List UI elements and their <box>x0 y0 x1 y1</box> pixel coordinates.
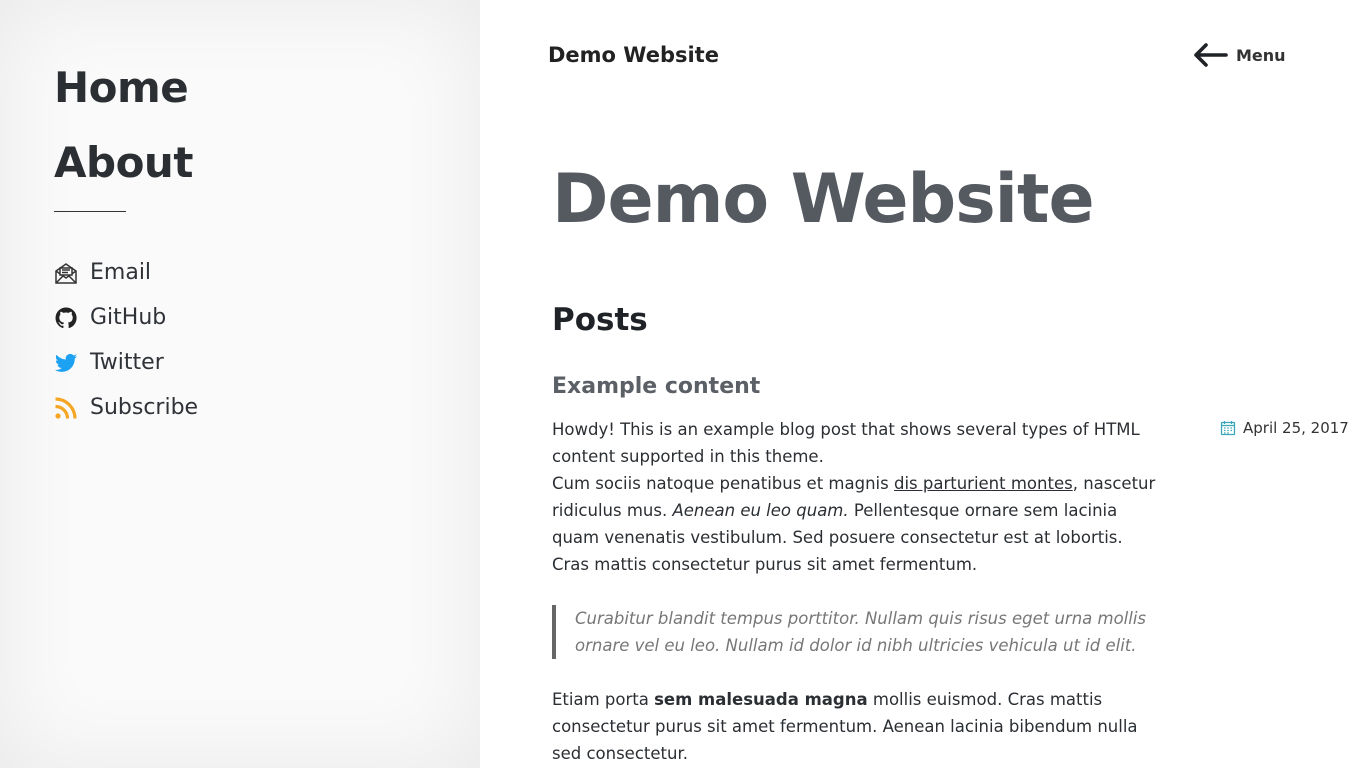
main-content: Demo Website Menu Demo Website Posts Exa… <box>480 0 1366 768</box>
post-text: Etiam porta <box>552 690 655 709</box>
post-paragraph-1: Howdy! This is an example blog post that… <box>552 420 1140 466</box>
social-link-github[interactable]: GitHub <box>54 295 198 340</box>
post-emphasis: Aenean eu leo quam. <box>672 501 849 520</box>
site-title[interactable]: Demo Website <box>548 43 719 67</box>
post-blockquote: Curabitur blandit tempus porttitor. Null… <box>552 605 1162 659</box>
page-title: Demo Website <box>552 160 1095 239</box>
post-date-text: April 25, 2017 <box>1243 419 1349 437</box>
post-inline-link[interactable]: dis parturient montes <box>894 474 1073 493</box>
arrow-left-icon <box>1192 42 1228 68</box>
social-links: Email GitHub Twitter Subscribe <box>54 250 198 430</box>
github-icon <box>54 306 78 330</box>
post-strong: sem malesuada magna <box>654 690 868 709</box>
social-link-twitter[interactable]: Twitter <box>54 340 198 385</box>
nav-link-home[interactable]: Home <box>54 50 193 125</box>
menu-button[interactable]: Menu <box>1192 42 1286 68</box>
post-date: April 25, 2017 <box>1220 419 1349 437</box>
sidebar-nav: Home About <box>54 50 193 200</box>
post-title-link[interactable]: Example content <box>552 374 760 399</box>
social-label-twitter: Twitter <box>90 350 164 375</box>
social-link-subscribe[interactable]: Subscribe <box>54 385 198 430</box>
post-paragraph-3: Etiam porta sem malesuada magna mollis e… <box>552 686 1162 767</box>
sidebar: Home About Email GitHub Twitter Subscrib… <box>0 0 480 768</box>
rss-icon <box>54 396 78 420</box>
calendar-icon <box>1220 420 1236 436</box>
menu-label: Menu <box>1236 45 1286 65</box>
post-paragraph-2: Cum sociis natoque penatibus et magnis d… <box>552 470 1162 578</box>
twitter-icon <box>54 351 78 375</box>
social-label-subscribe: Subscribe <box>90 395 199 420</box>
post-body: Howdy! This is an example blog post that… <box>552 416 1162 767</box>
sidebar-divider <box>54 211 126 212</box>
email-icon <box>54 261 78 285</box>
social-label-email: Email <box>90 260 152 285</box>
nav-link-about[interactable]: About <box>54 125 193 200</box>
post-text: Cum sociis natoque penatibus et magnis <box>552 474 894 493</box>
posts-heading: Posts <box>552 302 648 338</box>
social-label-github: GitHub <box>90 305 167 330</box>
social-link-email[interactable]: Email <box>54 250 198 295</box>
